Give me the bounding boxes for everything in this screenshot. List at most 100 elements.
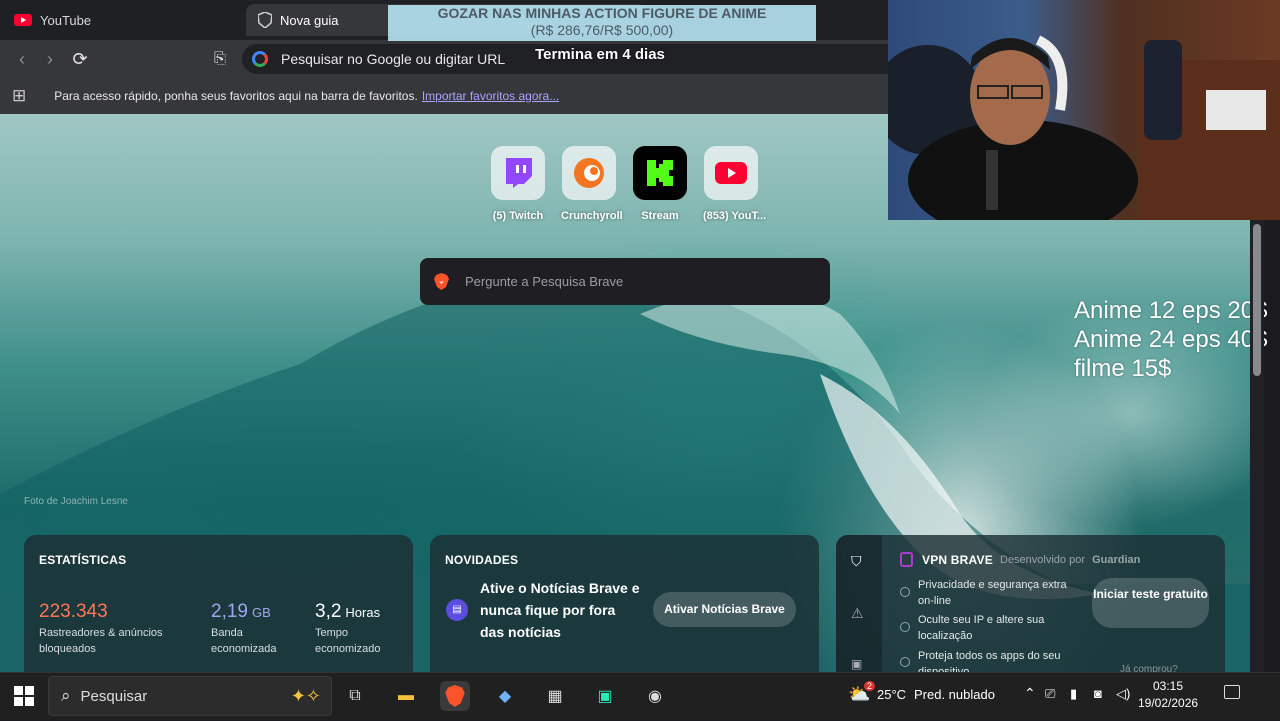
windows-taskbar: ⌕ Pesquisar ✦✧ ⧉ ▬ ◆ ▦ ▣ ◉ ⛅ 2 25°C Pred… xyxy=(0,672,1280,720)
search-placeholder: Pergunte a Pesquisa Brave xyxy=(465,274,624,289)
trackers-label: Rastreadores & anúncios bloqueados xyxy=(39,627,163,655)
vpn-title: VPN BRAVE xyxy=(922,553,993,567)
network-icon[interactable]: ⎚ xyxy=(1045,686,1055,702)
crunchyroll-icon xyxy=(562,146,616,200)
vpn-feature: Oculte seu IP e altere sua localização xyxy=(918,614,1045,642)
apps-grid-icon[interactable]: ⊞ xyxy=(12,86,26,106)
brave-shield-icon xyxy=(258,12,272,28)
check-icon xyxy=(900,587,910,597)
youtube-icon xyxy=(14,14,32,26)
speed-dial-youtube[interactable]: (853) YouT... xyxy=(703,146,767,222)
brave-browser-icon[interactable] xyxy=(440,681,470,711)
notification-icon[interactable] xyxy=(1224,685,1240,699)
copilot-sparkle-icon: ✦✧ xyxy=(290,685,321,706)
donation-progress: (R$ 286,76/R$ 500,00) xyxy=(530,22,674,38)
import-bookmarks-link[interactable]: Importar favoritos agora... xyxy=(422,89,559,103)
developer-text: Desenvolvido por xyxy=(1000,554,1085,566)
tab-youtube[interactable]: YouTube xyxy=(0,4,240,36)
donation-title: GOZAR NAS MINHAS ACTION FIGURE DE ANIME xyxy=(437,5,767,21)
taskbar-search-input[interactable]: ⌕ Pesquisar ✦✧ xyxy=(48,676,332,716)
bookmarks-bar: ⊞ Para acesso rápido, ponha seus favorit… xyxy=(0,78,888,114)
brave-lion-icon xyxy=(434,273,449,290)
bandwidth-unit: GB xyxy=(251,605,271,620)
start-trial-button[interactable]: Iniciar teste gratuito xyxy=(1092,578,1209,628)
news-text: Ative o Notícias Brave e nunca fique por… xyxy=(480,580,640,640)
twitch-icon xyxy=(491,146,545,200)
back-icon[interactable]: ‹ xyxy=(12,49,32,69)
taskbar-search-placeholder: Pesquisar xyxy=(80,687,148,705)
speaker-icon[interactable]: ◁) xyxy=(1116,686,1130,702)
clock-time: 03:15 xyxy=(1152,679,1184,693)
calendar-icon[interactable]: ▣ xyxy=(851,657,862,671)
speed-dial-label: (853) YouT... xyxy=(703,210,767,222)
taskbar-clock[interactable]: 03:15 19/02/2026 xyxy=(1138,678,1198,712)
price-line: Anime 12 eps 20$ xyxy=(1074,297,1268,324)
forward-icon[interactable]: › xyxy=(40,49,60,69)
brave-search-input[interactable]: Pergunte a Pesquisa Brave xyxy=(420,258,830,305)
speed-dial-stream[interactable]: Stream xyxy=(632,146,688,222)
tab-title: Nova guia xyxy=(280,12,339,28)
time-unit: Horas xyxy=(345,605,381,620)
chevron-up-icon[interactable]: ⌃ xyxy=(1024,685,1036,702)
enable-news-button[interactable]: Ativar Notícias Brave xyxy=(653,592,796,627)
price-line: Anime 24 eps 40$ xyxy=(1074,326,1268,353)
news-title: NOVIDADES xyxy=(445,553,519,567)
price-line: filme 15$ xyxy=(1074,355,1172,382)
trackers-stat: 223.343 Rastreadores & anúncios bloquead… xyxy=(39,601,179,657)
gamepad-app-icon[interactable]: ▣ xyxy=(590,681,620,711)
weather-badge: 2 xyxy=(864,681,876,691)
browser-toolbar: ‹ › ⟳ ⎘ Pesquisar no Google ou digitar U… xyxy=(0,40,888,78)
copilot-icon[interactable]: ◆ xyxy=(490,681,520,711)
vpn-feature: Privacidade e segurança extra on-line xyxy=(918,579,1067,607)
vpn-developer: Desenvolvido por Guardian xyxy=(1000,554,1140,566)
reload-icon[interactable]: ⟳ xyxy=(70,49,90,69)
search-icon: ⌕ xyxy=(61,686,71,705)
news-icon: ▤ xyxy=(446,599,468,621)
obs-studio-icon[interactable]: ◉ xyxy=(640,681,670,711)
time-value: 3,2 xyxy=(315,601,342,622)
microphone-icon[interactable]: ▮ xyxy=(1070,686,1077,702)
file-explorer-icon[interactable]: ▬ xyxy=(391,681,421,711)
bookmark-icon[interactable]: ⎘ xyxy=(210,49,230,69)
weather-desc[interactable]: Pred. nublado xyxy=(914,687,995,702)
speed-dial-twitch[interactable]: (5) Twitch xyxy=(490,146,546,222)
google-icon xyxy=(252,51,268,67)
warning-icon[interactable]: ⚠ xyxy=(851,605,864,622)
camera-icon[interactable]: ◙ xyxy=(1094,686,1102,701)
scrollbar-thumb[interactable] xyxy=(1253,224,1261,376)
kick-icon xyxy=(633,146,687,200)
time-stat: 3,2 Horas Tempo economizado xyxy=(315,601,395,657)
time-label: Tempo economizado xyxy=(315,627,381,655)
bandwidth-stat: 2,19 GB Banda economizada xyxy=(211,601,291,657)
system-tray: ⛅ 2 25°C Pred. nublado ⌃ ⎚ ▮ ◙ ◁) 03:15 … xyxy=(848,673,1280,721)
check-icon xyxy=(900,657,910,667)
speed-dial-label: Crunchyroll xyxy=(561,210,623,222)
task-view-icon[interactable]: ⧉ xyxy=(340,681,370,711)
tab-title: YouTube xyxy=(40,12,92,28)
weather-temp[interactable]: 25°C xyxy=(877,687,906,702)
bookmarks-hint: Para acesso rápido, ponha seus favoritos… xyxy=(54,89,418,103)
donation-ends: Termina em 4 dias xyxy=(535,46,665,63)
speed-dial-label: (5) Twitch xyxy=(492,210,544,222)
microsoft-store-icon[interactable]: ▦ xyxy=(540,681,570,711)
youtube-icon xyxy=(704,146,758,200)
stats-title: ESTATÍSTICAS xyxy=(39,553,127,567)
vpn-card: ⛉ ⚠ ▣ VPN BRAVE Desenvolvido por Guardia… xyxy=(836,535,1225,678)
shield-icon[interactable]: ⛉ xyxy=(851,553,862,570)
photo-credit[interactable]: Foto de Joachim Lesne xyxy=(24,496,128,507)
news-card: NOVIDADES ▤ Ative o Notícias Brave e nun… xyxy=(430,535,819,672)
bandwidth-label: Banda economizada xyxy=(211,627,277,655)
windows-start-icon[interactable] xyxy=(14,686,34,706)
donation-goal-banner: GOZAR NAS MINHAS ACTION FIGURE DE ANIME … xyxy=(388,5,816,41)
clock-date: 19/02/2026 xyxy=(1138,696,1199,710)
price-list-overlay: Anime 12 eps 20$ Anime 24 eps 40$ filme … xyxy=(1074,296,1267,383)
stats-card: ESTATÍSTICAS 223.343 Rastreadores & anún… xyxy=(24,535,413,672)
webcam-overlay xyxy=(888,0,1280,220)
vpn-icon xyxy=(900,552,913,567)
address-placeholder: Pesquisar no Google ou digitar URL xyxy=(281,51,506,67)
trackers-value: 223.343 xyxy=(39,601,108,622)
bandwidth-value: 2,19 xyxy=(211,601,248,622)
widget-sidebar: ⛉ ⚠ ▣ xyxy=(836,535,882,672)
speed-dial-label: Stream xyxy=(641,210,679,222)
speed-dial-crunchyroll[interactable]: Crunchyroll xyxy=(561,146,623,222)
